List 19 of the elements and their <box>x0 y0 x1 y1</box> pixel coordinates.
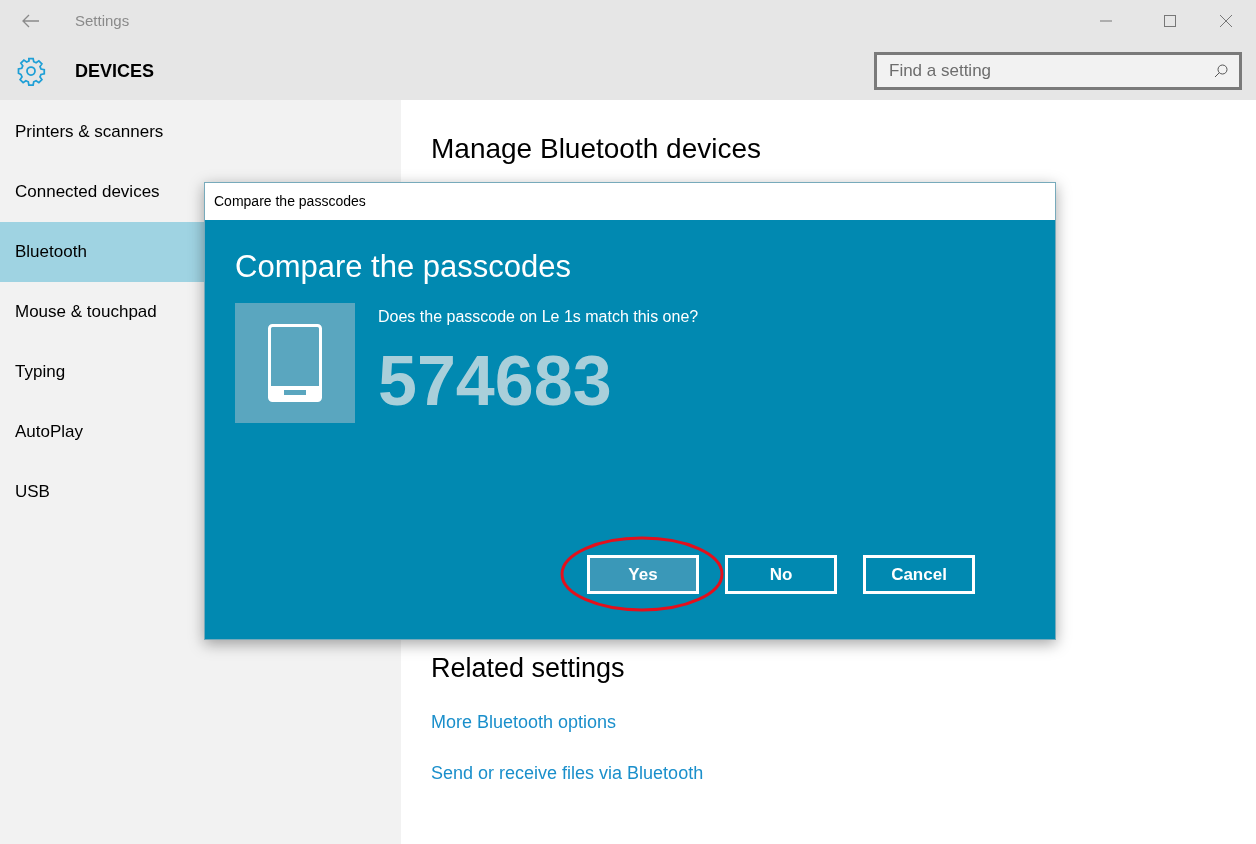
section-heading: Related settings <box>431 652 626 685</box>
close-icon[interactable] <box>1220 15 1232 27</box>
phone-icon <box>268 324 322 402</box>
back-arrow-icon[interactable] <box>22 14 40 28</box>
dialog-button[interactable]: Cancel <box>863 555 975 594</box>
section-title: DEVICES <box>75 59 155 83</box>
passcode: 574683 <box>378 343 613 419</box>
settings-link[interactable]: More Bluetooth options <box>431 708 1256 736</box>
page-heading: Manage Bluetooth devices <box>431 132 762 166</box>
sidebar-item[interactable]: Printers & scanners <box>0 102 401 162</box>
window-title: Settings <box>75 10 130 31</box>
settings-link[interactable]: Send or receive files via Bluetooth <box>431 759 1256 787</box>
search-field[interactable]: Find a setting <box>874 52 1242 90</box>
dialog-button[interactable]: No <box>725 555 837 594</box>
dialog-question: Does the passcode on Le 1s match this one? <box>378 307 699 327</box>
search-icon[interactable] <box>1214 64 1228 78</box>
maximize-icon[interactable] <box>1164 15 1176 27</box>
dialog-title: Compare the passcodes <box>214 192 366 211</box>
settings-icon <box>16 56 46 86</box>
